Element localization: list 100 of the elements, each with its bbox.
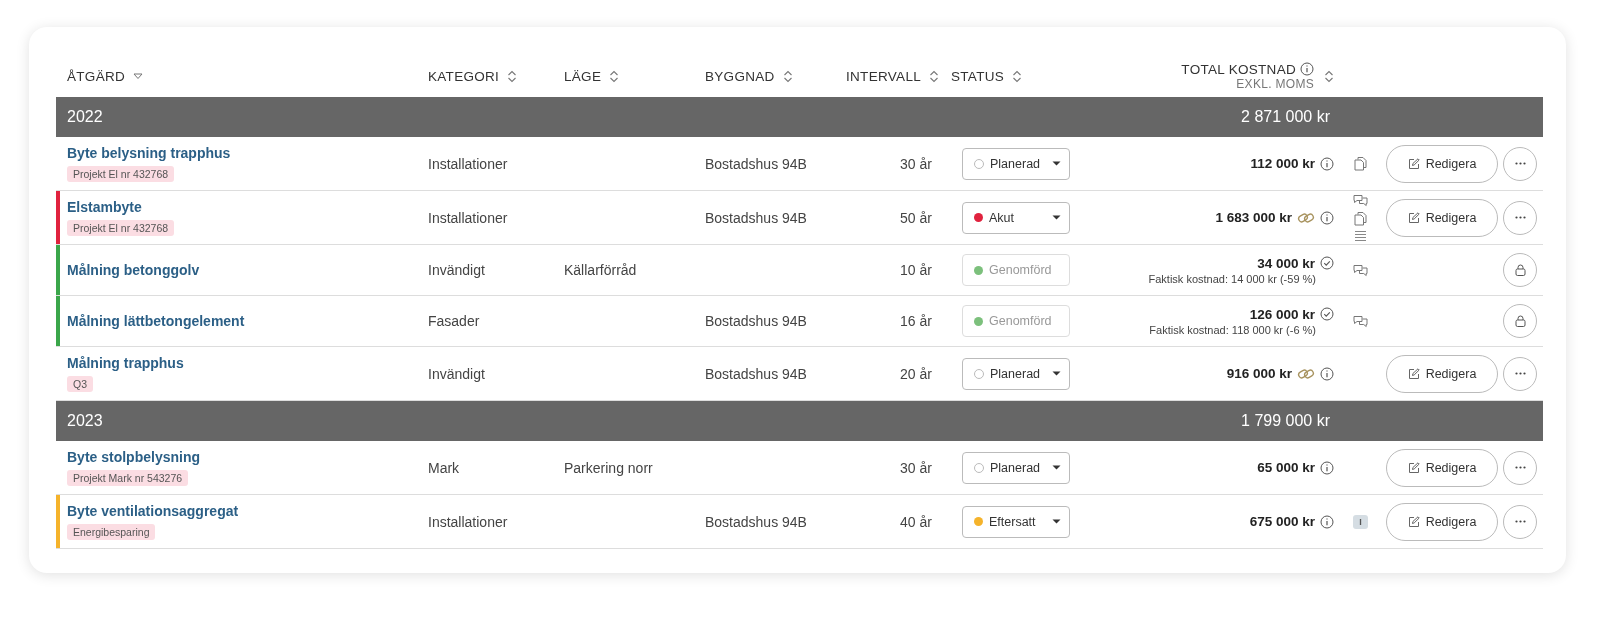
copy-icon[interactable]	[1354, 156, 1367, 171]
action-link[interactable]: Byte belysning trapphus	[67, 145, 231, 161]
sort-icon[interactable]	[782, 69, 793, 83]
building-cell: Bostadshus 94B	[705, 513, 807, 530]
sort-descending-icon[interactable]	[133, 72, 144, 80]
edit-icon	[1407, 461, 1420, 474]
column-header[interactable]: LÄGE	[564, 68, 602, 84]
caret-icon	[1052, 519, 1061, 524]
cost-amount: 65 000 kr	[1257, 460, 1315, 475]
sort-icon[interactable]	[609, 69, 620, 83]
column-header[interactable]: KATEGORI	[428, 68, 500, 84]
category-cell: Invändigt	[428, 262, 485, 278]
status-dot	[974, 462, 984, 473]
category-cell: Invändigt	[428, 365, 485, 382]
more-icon	[1514, 520, 1526, 523]
interval-cell: 10 år	[900, 262, 932, 278]
group-year: 2022	[66, 108, 104, 126]
cost-amount: 112 000 kr	[1250, 156, 1315, 171]
more-button[interactable]	[1503, 504, 1537, 539]
status-dropdown[interactable]: Akut	[962, 201, 1070, 234]
edit-button[interactable]: Redigera	[1386, 448, 1498, 487]
building-cell: Bostadshus 94B	[705, 365, 807, 382]
action-link[interactable]: Målning betonggolv	[67, 262, 200, 278]
edit-button[interactable]: Redigera	[1386, 354, 1498, 393]
lock-icon	[1514, 315, 1526, 327]
action-link[interactable]: Elstambyte	[67, 199, 142, 215]
edit-button[interactable]: Redigera	[1386, 144, 1498, 183]
column-header[interactable]: TOTAL KOSTNAD	[1181, 61, 1296, 77]
more-icon	[1514, 466, 1526, 469]
lock-button[interactable]	[1503, 304, 1537, 338]
more-button[interactable]	[1503, 146, 1537, 181]
copy-icon[interactable]	[1354, 211, 1367, 226]
project-tag: Q3	[67, 376, 93, 392]
edit-button[interactable]: Redigera	[1386, 198, 1498, 237]
cost-amount: 126 000 kr	[1249, 306, 1315, 322]
location-cell: Källarförråd	[564, 262, 637, 278]
project-tag: Projekt El nr 432768	[67, 166, 175, 182]
action-link[interactable]: Byte ventilationsaggregat	[67, 503, 239, 519]
action-link[interactable]: Byte stolpbelysning	[67, 449, 201, 465]
more-button[interactable]	[1503, 200, 1537, 235]
column-header[interactable]: BYGGNAD	[705, 68, 775, 84]
column-header[interactable]: INTERVALL	[846, 68, 921, 84]
sort-icon[interactable]	[929, 69, 939, 83]
group-year: 2023	[66, 412, 104, 430]
category-cell: Fasader	[428, 313, 480, 329]
status-dot	[974, 368, 984, 379]
interval-cell: 20 år	[900, 365, 932, 382]
edit-icon	[1407, 515, 1420, 528]
category-cell: Installationer	[428, 209, 508, 226]
lock-button[interactable]	[1503, 253, 1537, 287]
lock-icon	[1514, 264, 1526, 276]
caret-icon	[1052, 215, 1061, 220]
action-link[interactable]: Målning lättbetongelement	[67, 313, 245, 329]
interval-cell: 30 år	[900, 459, 932, 476]
action-link[interactable]: Målning trapphus	[67, 355, 184, 371]
link-icon	[1297, 366, 1315, 381]
cost-amount: 1 683 000 kr	[1215, 210, 1292, 225]
building-cell: Bostadshus 94B	[705, 209, 807, 226]
edit-icon	[1407, 211, 1420, 224]
status-dropdown[interactable]: Planerad	[962, 451, 1070, 484]
column-subheader: EXKL. MOMS	[1236, 76, 1314, 91]
category-cell: Mark	[428, 459, 460, 476]
project-tag: Projekt El nr 432768	[67, 220, 175, 236]
comments-icon[interactable]	[1352, 193, 1369, 207]
column-header[interactable]: STATUS	[951, 68, 1005, 84]
actual-cost: Faktisk kostnad: 118 000 kr (-6 %)	[1149, 323, 1317, 336]
edit-icon	[1407, 367, 1420, 380]
notes-icon[interactable]	[1354, 230, 1367, 242]
status-dropdown[interactable]: Planerad	[962, 147, 1070, 180]
location-cell: Parkering norr	[564, 459, 653, 476]
indicator-badge: I	[1353, 514, 1368, 529]
caret-icon	[1052, 465, 1061, 470]
status-dropdown[interactable]: Eftersatt	[962, 505, 1070, 538]
comments-icon[interactable]	[1352, 263, 1369, 277]
cost-amount: 675 000 kr	[1249, 514, 1315, 529]
more-button[interactable]	[1503, 450, 1537, 485]
interval-cell: 40 år	[900, 513, 932, 530]
more-button[interactable]	[1503, 356, 1537, 391]
comments-icon[interactable]	[1352, 314, 1369, 328]
project-tag: Projekt Mark nr 543276	[67, 470, 189, 486]
link-icon	[1297, 210, 1315, 225]
caret-icon	[1052, 161, 1061, 166]
group-total: 1 799 000 kr	[1241, 412, 1331, 430]
sort-icon[interactable]	[1012, 69, 1023, 83]
category-cell: Installationer	[428, 155, 508, 172]
cost-amount: 34 000 kr	[1257, 255, 1315, 271]
sort-icon[interactable]	[1324, 69, 1334, 83]
building-cell: Bostadshus 94B	[705, 155, 807, 172]
interval-cell: 50 år	[900, 209, 932, 226]
status-dropdown[interactable]: Planerad	[962, 357, 1070, 390]
more-icon	[1514, 216, 1526, 219]
building-cell: Bostadshus 94B	[705, 313, 807, 329]
project-tag: Energibesparing	[67, 524, 156, 540]
sort-icon[interactable]	[507, 69, 518, 83]
actual-cost: Faktisk kostnad: 14 000 kr (-59 %)	[1148, 272, 1317, 285]
group-total: 2 871 000 kr	[1241, 108, 1331, 126]
edit-button[interactable]: Redigera	[1386, 502, 1498, 541]
more-icon	[1514, 372, 1526, 375]
edit-icon	[1407, 157, 1420, 170]
column-header[interactable]: ÅTGÄRD	[67, 68, 126, 84]
